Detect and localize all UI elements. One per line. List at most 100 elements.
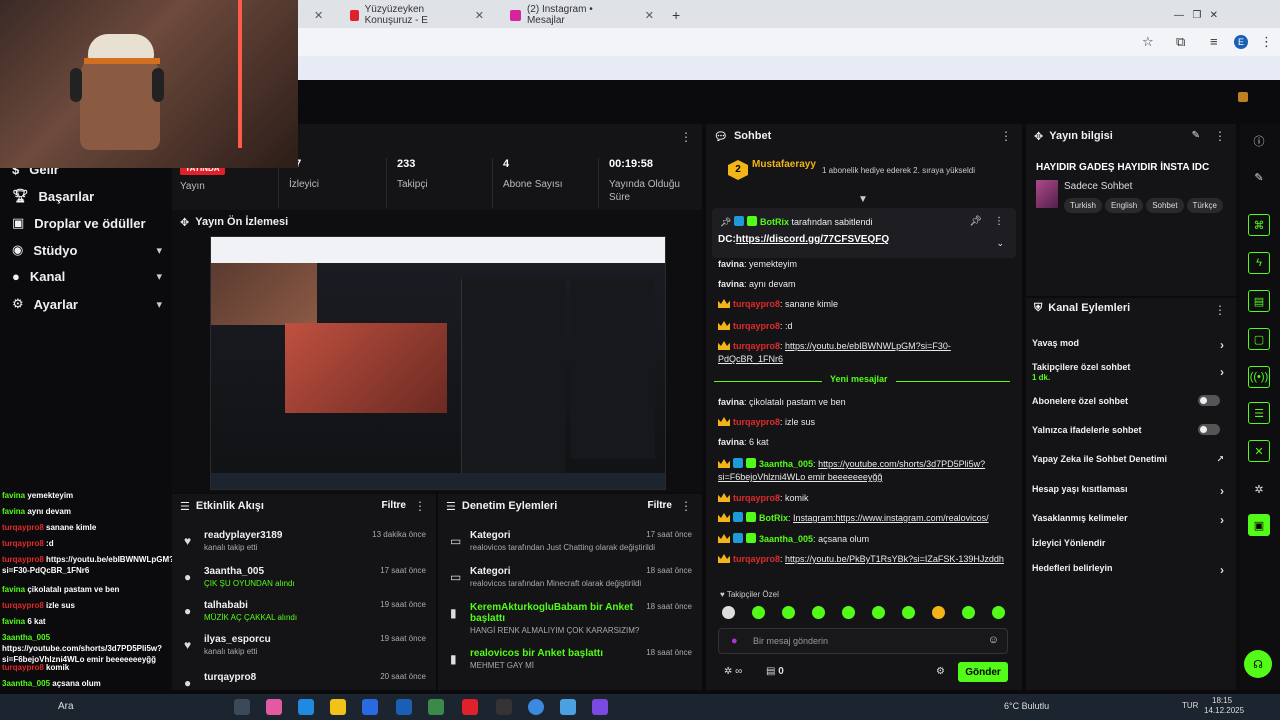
chat-username[interactable]: BotRix bbox=[759, 513, 788, 523]
chevron-down-icon[interactable]: ⌄ bbox=[996, 238, 1004, 249]
channel-action-row[interactable]: Hesap yaşı kısıtlaması › bbox=[1032, 484, 1228, 498]
stream-preview-video[interactable] bbox=[210, 236, 666, 490]
emote-icon[interactable] bbox=[842, 606, 855, 619]
discord-icon[interactable] bbox=[592, 699, 608, 715]
close-icon[interactable]: ✕ bbox=[475, 9, 484, 22]
pin-icon[interactable]: 📌︎ bbox=[969, 216, 982, 227]
emote-icon[interactable] bbox=[932, 606, 945, 619]
task-view-icon[interactable] bbox=[234, 699, 250, 715]
notification-icon[interactable] bbox=[1238, 92, 1248, 102]
toggle-switch[interactable] bbox=[1198, 395, 1220, 406]
wrench-icon[interactable]: ✕ bbox=[1248, 440, 1270, 462]
tab-placeholder-close[interactable]: ✕ bbox=[300, 4, 331, 26]
sidebar-item-droplar[interactable]: ▣ Droplar ve ödüller bbox=[12, 215, 162, 231]
menu-icon[interactable]: ⋮ bbox=[1260, 34, 1273, 50]
raid-icon[interactable]: ⌘ bbox=[1248, 214, 1270, 236]
chevron-down-icon[interactable]: ▼ bbox=[858, 194, 868, 205]
chevron-right-icon[interactable]: › bbox=[1220, 365, 1224, 379]
search-label[interactable]: Ara bbox=[58, 701, 74, 712]
channel-action-row[interactable]: Yavaş mod › bbox=[1032, 338, 1228, 352]
moderation-row[interactable]: ▮ KeremAkturkogluBabam bir Anket başlattı… bbox=[446, 602, 696, 635]
chat-message[interactable]: turqaypro8: komik bbox=[718, 492, 1008, 505]
activity-filter-button[interactable]: Filtre bbox=[382, 500, 406, 511]
chat-message[interactable]: turqaypro8: sanane kimle bbox=[718, 298, 1008, 311]
microphone-icon[interactable]: ● bbox=[731, 635, 738, 647]
moderation-row[interactable]: ▭ Kategori realovicos tarafından Minecraft… bbox=[446, 566, 696, 588]
external-link-icon[interactable]: ↗ bbox=[1216, 454, 1224, 465]
support-icon[interactable]: ☊ bbox=[1244, 650, 1272, 678]
toggle-switch[interactable] bbox=[1198, 424, 1220, 435]
app-icon[interactable] bbox=[428, 699, 444, 715]
clock-date[interactable]: 14.12.2025 bbox=[1204, 706, 1244, 715]
chat-username[interactable]: favina bbox=[718, 259, 744, 269]
chat-username[interactable]: turqaypro8 bbox=[733, 341, 780, 351]
chat-bubble-icon[interactable]: ▢ bbox=[1248, 328, 1270, 350]
emote-icon[interactable] bbox=[722, 606, 735, 619]
apps-icon[interactable]: ✲ bbox=[1248, 478, 1270, 500]
modlog-filter-button[interactable]: Filtre bbox=[648, 500, 672, 511]
emote-icon[interactable] bbox=[962, 606, 975, 619]
send-button[interactable]: Gönder bbox=[958, 662, 1008, 682]
emote-icon[interactable] bbox=[812, 606, 825, 619]
more-icon[interactable]: ⋮ bbox=[680, 499, 692, 513]
edit-icon[interactable]: ✎ bbox=[1192, 130, 1200, 141]
settings-icon[interactable] bbox=[560, 699, 576, 715]
chat-username[interactable]: favina bbox=[718, 437, 744, 447]
chat-message-input[interactable]: ● Bir mesaj gönderin ☺ bbox=[718, 628, 1008, 654]
stream-tag[interactable]: Turkish bbox=[1064, 198, 1102, 213]
obs-icon[interactable] bbox=[496, 699, 512, 715]
layers-icon[interactable]: ☰ bbox=[1248, 402, 1270, 424]
outlook-icon[interactable] bbox=[396, 699, 412, 715]
tab-instagram[interactable]: (2) Instagram • Mesajlar ✕ bbox=[502, 4, 662, 26]
broadcast-icon[interactable]: ((•)) bbox=[1248, 366, 1270, 388]
chat-username[interactable]: turqaypro8 bbox=[733, 417, 780, 427]
weather-label[interactable]: 6°C Bulutlu bbox=[1004, 701, 1049, 711]
top-gifter-name[interactable]: Mustafaerayy bbox=[752, 159, 816, 170]
chat-username[interactable]: turqaypro8 bbox=[733, 554, 780, 564]
chat-message[interactable]: turqaypro8: https://youtu.be/PkByT1RsYBk… bbox=[718, 553, 1008, 566]
video-icon[interactable]: ▣ bbox=[1248, 514, 1270, 536]
language-label[interactable]: TUR bbox=[1182, 701, 1198, 710]
chat-message[interactable]: 3aantha_005: https://youtube.com/shorts/… bbox=[718, 458, 1008, 484]
chat-username[interactable]: favina bbox=[718, 279, 744, 289]
moderation-row[interactable]: ▭ Kategori realovicos tarafından Just Chat… bbox=[446, 530, 696, 552]
channel-action-row[interactable]: Yasaklanmış kelimeler › bbox=[1032, 513, 1228, 527]
chrome-icon[interactable] bbox=[528, 699, 544, 715]
chat-message[interactable]: turqaypro8: :d bbox=[718, 320, 1008, 333]
chat-message[interactable]: favina: yemektеyim bbox=[718, 258, 1008, 271]
channel-action-row[interactable]: İzleyici Yönlendir bbox=[1032, 538, 1228, 548]
activity-row[interactable]: ♥ readyplayer3189 kanalı takip etti 13 daki… bbox=[180, 530, 430, 552]
profile-avatar[interactable]: E bbox=[1234, 35, 1248, 49]
chat-message[interactable]: favina: aynı devam bbox=[718, 278, 1008, 291]
media-icon[interactable]: ≡ bbox=[1210, 34, 1218, 49]
emote-icon[interactable] bbox=[992, 606, 1005, 619]
sidebar-item-kanal[interactable]: ● Kanal ▾ bbox=[12, 269, 162, 284]
chat-link[interactable]: https://youtu.be/PkByT1RsYBk?si=IZaFSK-1… bbox=[785, 554, 1004, 564]
clipboard-icon[interactable]: ▤ bbox=[1248, 290, 1270, 312]
chevron-right-icon[interactable]: › bbox=[1220, 563, 1224, 577]
channel-action-row[interactable]: Abonelere özel sohbet bbox=[1032, 395, 1228, 406]
stream-tag[interactable]: English bbox=[1104, 198, 1144, 213]
chat-message[interactable]: favina: 6 kat bbox=[718, 436, 1008, 449]
more-icon[interactable]: ⋮ bbox=[1000, 129, 1012, 143]
stream-tag[interactable]: Sohbet bbox=[1146, 198, 1184, 213]
sidebar-item-studyo[interactable]: ◉ Stüdyo ▾ bbox=[12, 242, 162, 258]
store-icon[interactable] bbox=[362, 699, 378, 715]
chat-username[interactable]: turqaypro8 bbox=[733, 493, 780, 503]
more-icon[interactable]: ⋮ bbox=[994, 216, 1004, 227]
window-controls[interactable]: — ❐ ✕ bbox=[1166, 4, 1226, 26]
lightning-icon[interactable]: ϟ bbox=[1248, 252, 1270, 274]
chat-message[interactable]: favina: çikolatalı pastam ve ben bbox=[718, 396, 1008, 409]
chat-username[interactable]: 3aantha_005 bbox=[759, 534, 813, 544]
more-icon[interactable]: ⋮ bbox=[1214, 303, 1226, 317]
more-icon[interactable]: ⋮ bbox=[1214, 129, 1226, 143]
file-explorer-icon[interactable] bbox=[330, 699, 346, 715]
extensions-icon[interactable]: ⧉ bbox=[1176, 34, 1185, 50]
emote-icon[interactable] bbox=[872, 606, 885, 619]
chat-username[interactable]: turqaypro8 bbox=[733, 299, 780, 309]
stream-tag[interactable]: Türkçe bbox=[1186, 198, 1223, 213]
sidebar-item-ayarlar[interactable]: ⚙ Ayarlar ▾ bbox=[12, 296, 162, 312]
channel-action-row[interactable]: Takipçilere özel sohbet 1 dk. › bbox=[1032, 362, 1228, 382]
activity-row[interactable]: ♥ ilyas_esporcu kanalı takip etti 19 saat ö… bbox=[180, 634, 430, 656]
chat-message[interactable]: 3aantha_005: açsana olum bbox=[718, 533, 1008, 546]
